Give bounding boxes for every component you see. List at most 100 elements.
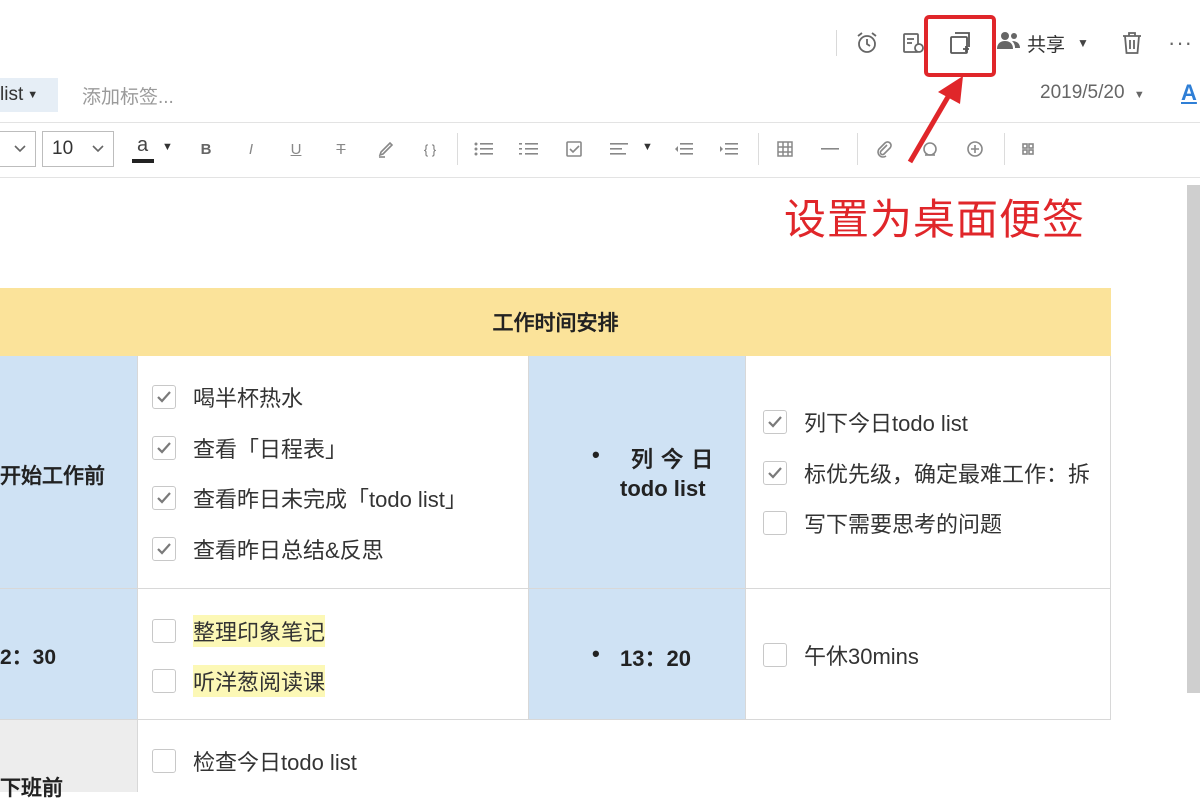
list-item-text: 检查今日todo list [193, 750, 357, 775]
list-item-text: 听洋葱阅读课 [193, 665, 326, 697]
font-size-value: 10 [52, 138, 74, 159]
list-item[interactable]: 查看「日程表」 [152, 432, 347, 464]
list-item-text: 查看昨日总结&反思 [193, 538, 384, 563]
checkbox[interactable] [763, 511, 787, 535]
checkbox[interactable] [152, 669, 176, 693]
list-item[interactable]: 写下需要思考的问题 [763, 507, 1002, 539]
font-settings-button[interactable]: A [1181, 80, 1197, 106]
share-people-icon [997, 30, 1021, 56]
strikethrough-icon[interactable]: T [329, 137, 353, 161]
editor-scrollbar[interactable] [1187, 185, 1200, 693]
row-label: 下班前 [0, 777, 63, 800]
note-date-dropdown[interactable]: 2019/5/20 ▼ [1040, 82, 1145, 104]
list-item[interactable]: 听洋葱阅读课 [152, 665, 326, 697]
annotation-callout: 设置为桌面便签 [784, 195, 1086, 244]
list-item[interactable]: 检查今日todo list [152, 745, 357, 777]
font-size-select[interactable]: 10 [42, 131, 114, 167]
more-tools-icon[interactable] [1016, 137, 1040, 161]
list-item-text: 标优先级，确定最难工作：拆 [804, 462, 1091, 487]
table-col-divider [137, 356, 138, 792]
list-item-text: 喝半杯热水 [193, 386, 304, 411]
italic-icon[interactable]: I [239, 137, 263, 161]
horizontal-rule-icon[interactable] [818, 137, 842, 161]
table-title-row: 工作时间安排 [0, 288, 1111, 356]
note-date: 2019/5/20 [1040, 82, 1125, 103]
checkbox[interactable] [152, 537, 176, 561]
highlight-frame [924, 15, 996, 77]
chevron-down-icon [92, 145, 104, 153]
align-icon[interactable] [608, 137, 632, 161]
tag-chip[interactable]: list ▼ [0, 78, 58, 112]
list-item[interactable]: 查看昨日总结&反思 [152, 533, 384, 565]
font-family-select[interactable] [0, 131, 36, 167]
table-row-divider [0, 588, 1111, 589]
font-color-glyph: a [137, 134, 149, 156]
add-tag-input[interactable]: 添加标签... [82, 82, 174, 109]
highlighter-icon[interactable] [374, 137, 398, 161]
outdent-icon[interactable] [672, 137, 696, 161]
indent-icon[interactable] [717, 137, 741, 161]
font-color-button[interactable]: a [130, 134, 158, 166]
list-item[interactable]: 午休30mins [763, 639, 919, 671]
code-icon[interactable]: { } [418, 137, 442, 161]
toolbar-separator [836, 30, 837, 56]
chevron-down-icon: ▼ [1077, 36, 1089, 50]
toolbar-separator [457, 133, 458, 165]
row-label: 开始工作前 [0, 465, 105, 488]
share-button[interactable]: 共享 ▼ [997, 28, 1089, 58]
font-color-swatch [132, 159, 154, 163]
list-item[interactable]: 喝半杯热水 [152, 381, 303, 413]
checkbox[interactable] [152, 385, 176, 409]
attachment-icon[interactable] [872, 137, 896, 161]
chevron-down-icon[interactable]: ▼ [642, 141, 653, 153]
checkbox[interactable] [152, 436, 176, 460]
list-item-text: 查看昨日未完成「todo list」 [193, 487, 467, 512]
table-title: 工作时间安排 [492, 312, 619, 335]
list-item-text: 午休30mins [804, 644, 919, 669]
numbered-list-icon[interactable] [517, 137, 541, 161]
check-icon [157, 543, 171, 555]
alarm-icon[interactable] [852, 28, 882, 58]
chevron-down-icon[interactable]: ▼ [162, 141, 173, 153]
check-icon [157, 492, 171, 504]
underline-icon[interactable]: U [284, 137, 308, 161]
share-label: 共享 [1027, 34, 1066, 56]
tag-label: list [0, 84, 24, 105]
list-item[interactable]: 查看昨日未完成「todo list」 [152, 482, 467, 514]
list-item[interactable]: 整理印象笔记 [152, 615, 326, 647]
chevron-down-icon [14, 145, 26, 153]
bullet-line: 列 今 日 [631, 447, 714, 472]
checkbox[interactable] [763, 643, 787, 667]
toolbar-separator [758, 133, 759, 165]
checkbox-list-icon[interactable] [562, 137, 586, 161]
list-item-text: 写下需要思考的问题 [804, 512, 1003, 537]
list-item-text: 列下今日todo list [804, 411, 968, 436]
annotation-arrow [907, 76, 963, 164]
trash-icon[interactable] [1117, 28, 1147, 58]
check-icon [768, 416, 782, 428]
checkbox[interactable] [763, 461, 787, 485]
check-icon [768, 467, 782, 479]
bullet-line: 13：20 [620, 646, 691, 671]
list-item[interactable]: 列下今日todo list [763, 406, 968, 438]
bullet-line: todo list [620, 476, 706, 501]
checkbox[interactable] [152, 486, 176, 510]
more-icon[interactable]: ··· [1168, 30, 1193, 56]
bullet-list-icon[interactable] [472, 137, 496, 161]
table-col-divider [1110, 356, 1111, 720]
table-col-divider [528, 356, 529, 720]
bold-icon[interactable]: B [194, 137, 218, 161]
table-icon[interactable] [773, 137, 797, 161]
checkbox[interactable] [152, 619, 176, 643]
toolbar-top-border [0, 122, 1200, 123]
checkbox[interactable] [152, 749, 176, 773]
check-icon [157, 442, 171, 454]
list-item[interactable]: 标优先级，确定最难工作：拆 [763, 457, 1111, 489]
row-label: 2：30 [0, 646, 57, 669]
list-item-text: 查看「日程表」 [193, 437, 348, 462]
bullet-dot: • [592, 442, 600, 467]
list-item-text: 整理印象笔记 [193, 615, 326, 647]
toolbar-bottom-border [0, 177, 1200, 178]
check-icon [157, 391, 171, 403]
checkbox[interactable] [763, 410, 787, 434]
